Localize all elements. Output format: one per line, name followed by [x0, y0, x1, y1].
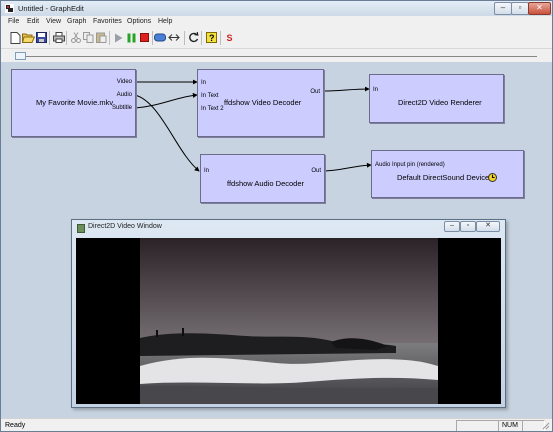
frame-step-icon[interactable] — [154, 31, 166, 44]
sync-label: S — [226, 32, 233, 43]
filter-name: ffdshow Video Decoder — [224, 98, 302, 107]
close-button[interactable]: ✕ — [528, 2, 551, 15]
pause-icon[interactable] — [125, 31, 138, 44]
minimize-button[interactable]: – — [494, 2, 512, 15]
print-icon[interactable] — [52, 31, 65, 44]
maximize-button[interactable]: ▫ — [511, 2, 529, 15]
filter-audio-renderer[interactable]: Audio Input pin (rendered) Default Direc… — [371, 150, 524, 198]
main-window: Untitled - GraphEdit – ▫ ✕ File Edit Vie… — [0, 0, 553, 432]
pin-out[interactable]: Out — [310, 89, 320, 95]
video-frame — [76, 238, 501, 404]
refresh-icon[interactable] — [187, 31, 200, 44]
paste-icon[interactable] — [95, 31, 108, 44]
pin-out[interactable]: Out — [311, 168, 321, 174]
menu-graph[interactable]: Graph — [67, 18, 86, 25]
cut-icon[interactable] — [69, 31, 82, 44]
toolbar-separator — [49, 31, 50, 45]
filter-name: Direct2D Video Renderer — [398, 98, 482, 107]
menu-favorites[interactable]: Favorites — [93, 18, 122, 25]
video-minimize-button[interactable]: – — [444, 221, 460, 232]
menu-help[interactable]: Help — [158, 18, 172, 25]
num-lock-indicator: NUM — [498, 420, 523, 431]
filter-name: Default DirectSound Device — [397, 173, 490, 182]
menu-edit[interactable]: Edit — [27, 18, 39, 25]
menu-bar: File Edit View Graph Favorites Options H… — [1, 16, 552, 28]
pin-in[interactable]: In — [201, 80, 206, 86]
svg-text:?: ? — [209, 33, 215, 43]
video-window-title: Direct2D Video Window — [88, 223, 162, 230]
sync-icon[interactable]: S — [223, 31, 236, 44]
status-bar: Ready NUM — [1, 418, 552, 431]
save-icon[interactable] — [35, 31, 48, 44]
seek-icon[interactable] — [168, 31, 180, 44]
pin-audio[interactable]: Audio — [117, 92, 132, 98]
filter-video-decoder[interactable]: ffdshow Video Decoder In In Text In Text… — [197, 69, 324, 137]
menu-view[interactable]: View — [46, 18, 61, 25]
wire-subtitle — [134, 92, 198, 109]
seek-bar-area — [1, 49, 552, 62]
wire-audio-out — [322, 162, 372, 172]
pin-subtitle[interactable]: Subtitle — [112, 105, 132, 111]
graphedit-app-icon — [5, 4, 14, 13]
toolbar-separator — [201, 31, 202, 45]
copy-icon[interactable] — [82, 31, 95, 44]
video-window-icon — [77, 224, 85, 233]
title-bar[interactable]: Untitled - GraphEdit – ▫ ✕ — [1, 1, 552, 16]
pin-in[interactable]: In — [373, 87, 378, 93]
pin-video[interactable]: Video — [117, 79, 132, 85]
filter-video-renderer[interactable]: Direct2D Video Renderer In — [369, 74, 504, 123]
pin-in-text[interactable]: In Text — [201, 93, 219, 99]
pin-in-text-2[interactable]: In Text 2 — [201, 106, 224, 112]
play-icon[interactable] — [112, 31, 125, 44]
toolbar-separator — [184, 31, 185, 45]
graph-canvas[interactable]: My Favorite Movie.mkv Video Audio Subtit… — [1, 62, 552, 418]
reference-clock-icon — [488, 173, 497, 182]
pin-audio-input[interactable]: Audio Input pin (rendered) — [375, 162, 445, 168]
video-close-button[interactable]: ✕ — [476, 221, 500, 232]
window-title: Untitled - GraphEdit — [18, 4, 84, 13]
wire-video-out — [322, 86, 370, 92]
menu-file[interactable]: File — [8, 18, 19, 25]
pin-in[interactable]: In — [204, 168, 209, 174]
status-cell-empty — [456, 420, 499, 431]
new-icon[interactable] — [9, 31, 22, 44]
video-window[interactable]: Direct2D Video Window – ▫ ✕ — [71, 219, 506, 408]
video-picture — [76, 238, 501, 404]
toolbar-separator — [220, 31, 221, 45]
toolbar-separator — [66, 31, 67, 45]
filter-name: ffdshow Audio Decoder — [227, 179, 304, 188]
video-maximize-button[interactable]: ▫ — [460, 221, 476, 232]
filter-name: My Favorite Movie.mkv — [36, 98, 114, 107]
open-icon[interactable] — [22, 31, 35, 44]
toolbar: ? S — [1, 28, 552, 49]
status-text: Ready — [5, 422, 26, 429]
seek-track[interactable] — [15, 56, 537, 57]
toolbar-separator — [152, 31, 153, 45]
stop-icon[interactable] — [138, 31, 151, 44]
seek-thumb[interactable] — [15, 52, 26, 60]
menu-options[interactable]: Options — [127, 18, 151, 25]
toolbar-separator — [109, 31, 110, 45]
filter-audio-decoder[interactable]: ffdshow Audio Decoder In Out — [200, 154, 325, 203]
help-icon[interactable]: ? — [205, 31, 218, 44]
filter-source[interactable]: My Favorite Movie.mkv Video Audio Subtit… — [11, 69, 136, 137]
resize-grip-icon[interactable] — [542, 422, 550, 430]
